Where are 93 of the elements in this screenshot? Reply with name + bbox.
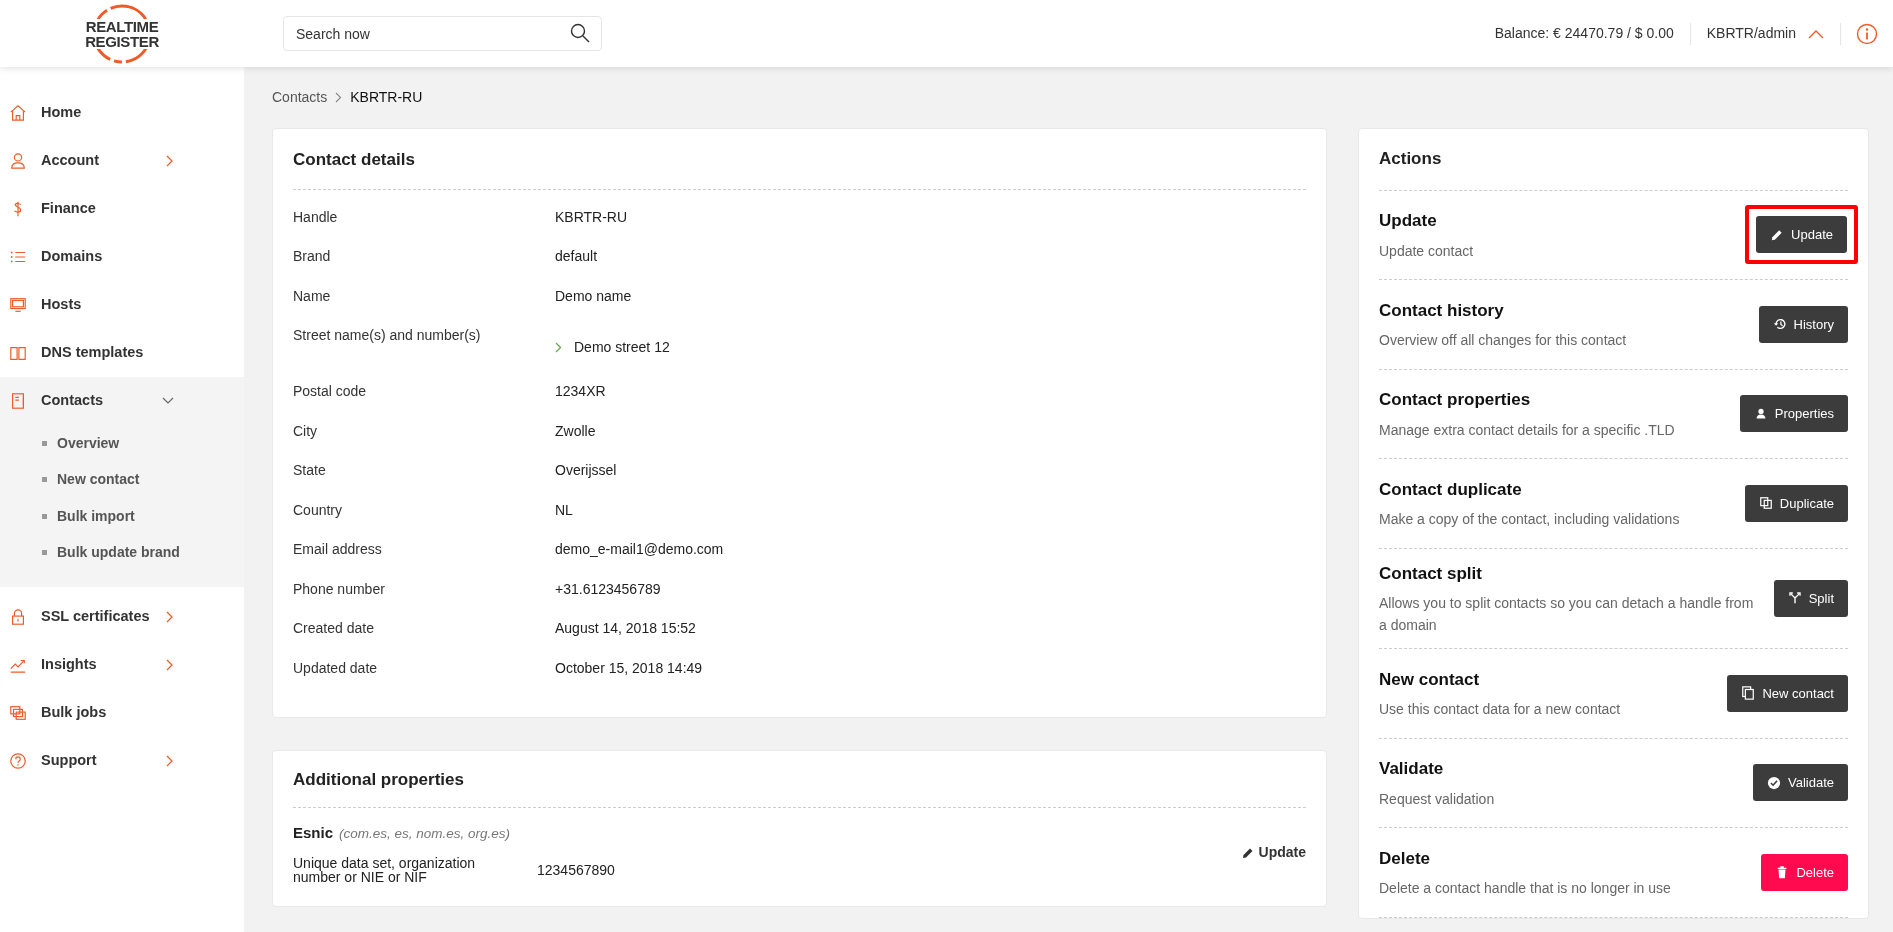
search-field[interactable]: Search now [283,16,602,51]
breadcrumb-link[interactable]: Contacts [272,87,328,108]
action-button[interactable]: Split [1773,579,1848,617]
action-description: Overview off all changes for this contact [1379,331,1628,350]
user-menu[interactable]: KBRTR/admin [1690,23,1840,44]
pencil-icon [1241,846,1254,859]
field-label: Name [293,286,332,306]
bullet-icon [42,550,47,556]
info-icon[interactable] [1856,22,1878,45]
chevron-right-icon [166,611,174,623]
field-label: Street name(s) and number(s) [293,326,482,345]
action-description: Request validation [1379,789,1496,809]
person-icon [9,151,27,171]
field-label: Postal code [293,382,368,401]
copy-icon [1758,496,1773,511]
action-button[interactable]: History [1758,305,1848,343]
field-label: Handle [293,207,339,227]
action-button[interactable]: New contact [1727,674,1848,712]
monitor-icon [9,295,27,315]
field-label: City [293,421,319,441]
history-icon [1772,317,1787,332]
field-value: Zwolle [555,421,596,441]
action-description: Manage extra contact details for a specific .TLD [1379,420,1676,440]
action-description: Allows you to split contacts so you can detach a handle from a domain [1379,594,1755,635]
card-title: Actions [1379,129,1848,191]
action-title: Delete [1379,847,1432,870]
bullet-icon [42,440,47,446]
sidebar-subitem[interactable]: Overview [0,425,244,462]
card-title: Contact details [293,129,1306,190]
field-value: Demo name [555,286,632,306]
question-circle-icon [9,751,27,771]
field-label: Unique data set, organization number or NIE or NIF [293,856,477,884]
action-description: Use this contact data for a new contact [1379,700,1622,719]
check-circle-icon [1767,775,1781,790]
field-value: NL [555,500,573,520]
group-name: Esnic [293,822,334,843]
action-button[interactable]: Properties [1739,395,1848,433]
search-icon [570,23,590,43]
field-value: 1234XR [555,382,606,401]
field-label: State [293,461,327,480]
stacked-windows-icon [9,703,27,723]
field-value: KBRTR-RU [555,207,628,227]
field-label: Updated date [293,658,379,678]
field-value: August 14, 2018 15:52 [555,619,696,638]
field-label: Email address [293,540,383,559]
chevron-right-icon[interactable] [555,342,562,353]
field-value: default [555,247,598,266]
fork-icon [1787,591,1802,606]
chevron-up-icon [1808,28,1824,39]
action-button[interactable]: Update [1756,216,1847,254]
bullet-icon [42,477,47,483]
sidebar-subitem[interactable]: New contact [0,461,244,498]
action-button[interactable]: Delete [1761,853,1848,891]
chevron-right-icon [166,755,174,767]
home-icon [9,103,27,123]
action-title: New contact [1379,668,1481,691]
chevron-down-icon [162,397,174,405]
action-title: Contact properties [1379,389,1532,411]
action-title: Contact history [1379,299,1505,322]
copy-icon [1741,686,1756,701]
action-description: Update contact [1379,241,1475,261]
action-title: Update [1379,210,1438,232]
card-title: Additional properties [293,751,1306,808]
sidebar-subitem[interactable]: Bulk update brand [0,534,244,571]
field-value: October 15, 2018 14:49 [555,658,703,678]
update-link[interactable]: Update [1241,842,1306,864]
action-title: Validate [1379,758,1445,780]
chevron-right-icon [166,155,174,167]
action-title: Contact split [1379,562,1483,585]
action-title: Contact duplicate [1379,478,1523,501]
action-description: Make a copy of the contact, including validations [1379,510,1681,529]
field-value: Overijssel [555,461,617,480]
tld-list: (com.es, es, nom.es, org.es) [339,823,511,844]
field-label: Country [293,500,344,520]
lock-icon [9,607,27,627]
field-value: +31.6123456789 [555,579,661,599]
field-label: Created date [293,619,375,638]
action-button[interactable]: Duplicate [1744,484,1848,522]
field-label: Brand [293,247,332,266]
action-description: Delete a contact handle that is no longer in use [1379,879,1672,898]
breadcrumb-link[interactable]: KBRTR-RU [350,87,423,108]
notebook-icon [9,391,27,411]
logo-text: REALTIME [85,18,159,34]
sidebar-subitem[interactable]: Bulk import [0,498,244,535]
balance-text: Balance: € 24470.79 / $ 0.00 [1494,24,1675,43]
chevron-right-icon [335,92,343,103]
action-button[interactable]: Validate [1753,764,1848,802]
field-value: demo_e-mail1@demo.com [555,540,724,559]
field-label: Phone number [293,579,386,599]
chevron-right-icon [166,659,174,671]
field-value: Demo street 12 [574,338,670,357]
field-value: 1234567890 [537,860,615,880]
bullet-icon [42,513,47,519]
